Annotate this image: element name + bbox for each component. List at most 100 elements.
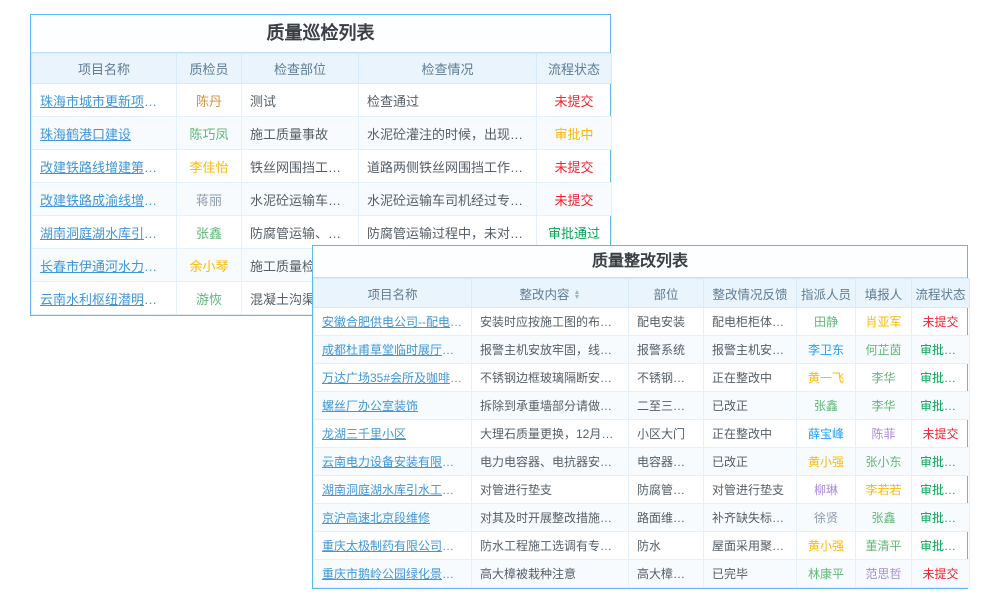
cell-text: 陈菲 [864,425,903,442]
table-row: 改建铁路线增建第二线...李佳怡铁丝网围挡工作检查道路两侧铁丝网围挡工作按设计.… [32,150,612,183]
cell-status: 审批中 [537,117,612,150]
table-row: 安徽合肥供电公司--配电设备...安装时应按施工图的布置，将...配电安装配电柜… [314,308,970,336]
cell-feedback: 正在整改中 [704,364,797,392]
cell-status: 审批通过 [912,392,970,420]
cell-text: 对管进行垫支 [480,481,620,498]
cell-text: 未提交 [920,425,961,442]
cell-project: 湖南洞庭湖水库引水工... [32,216,177,249]
cell-text: 肖亚军 [864,313,903,330]
cell-project: 珠海市城市更新项目紫... [32,84,177,117]
cell-text: 黄一飞 [805,369,847,386]
cell-text: 黄小强 [805,537,847,554]
cell-part: 二至三楼混... [629,392,704,420]
cell-project: 云南电力设备安装有限公司20... [314,448,472,476]
rectification-table-header-row: 项目名称整改内容▲▼部位整改情况反馈指派人员填报人流程状态 [314,279,970,308]
cell-text: 配电安装 [637,313,695,330]
cell-text: 水泥砼灌注的时候，出现离析现象 [367,124,528,143]
cell-part: 小区大门 [629,420,704,448]
column-header-label: 流程状态 [548,62,600,77]
project-name-link[interactable]: 湖南洞庭湖水库引水工程施工... [322,481,463,498]
cell-status: 审批通过 [537,216,612,249]
project-name-link[interactable]: 珠海鹤港口建设 [40,124,168,143]
cell-text: 补齐缺失标志... [712,509,788,526]
cell-text: 未提交 [920,313,961,330]
cell-text: 李华 [864,369,903,386]
cell-text: 林康平 [805,565,847,582]
cell-reporter: 李华 [856,392,912,420]
cell-reporter: 范思哲 [856,560,912,588]
cell-status: 未提交 [912,308,970,336]
project-name-link[interactable]: 云南电力设备安装有限公司20... [322,453,463,470]
cell-situation: 检查通过 [359,84,537,117]
cell-part: 配电安装 [629,308,704,336]
cell-text: 拆除到承重墙部分请做好加固... [480,397,620,414]
cell-inspector: 李佳怡 [177,150,242,183]
cell-text: 审批通过 [920,397,961,414]
cell-text: 屋面采用聚氨... [712,537,788,554]
cell-project: 重庆市鹅岭公园绿化景观提升... [314,560,472,588]
project-name-link[interactable]: 湖南洞庭湖水库引水工... [40,223,168,242]
cell-content: 不锈钢边框玻璃隔断安装不牢... [472,364,629,392]
project-name-link[interactable]: 万达广场35#会所及咖啡厅空... [322,369,463,386]
column-header-label: 质检员 [189,62,228,77]
project-name-link[interactable]: 云南水利枢纽潜明水库... [40,289,168,308]
cell-text: 董清平 [864,537,903,554]
rectification-list-title: 质量整改列表 [313,246,967,278]
cell-content: 高大樟被栽种注意 [472,560,629,588]
project-name-link[interactable]: 京沪高速北京段维修 [322,509,463,526]
cell-text: 对管进行垫支 [712,481,788,498]
cell-feedback: 已改正 [704,392,797,420]
cell-text: 高大樟被栽种注意 [480,565,620,582]
cell-content: 拆除到承重墙部分请做好加固... [472,392,629,420]
cell-text: 水泥砼运输车司机经过专门培训... [367,190,528,209]
cell-part: 防腐管运输、布管 [242,216,359,249]
cell-text: 未提交 [545,157,603,176]
cell-text: 报警主机安放... [712,341,788,358]
cell-text: 电力电容器、电抗器安装方案,... [480,453,620,470]
sort-icon[interactable]: ▲▼ [574,290,581,300]
cell-text: 二至三楼混... [637,397,695,414]
cell-part: 防水 [629,532,704,560]
project-name-link[interactable]: 螺丝厂办公室装饰 [322,397,463,414]
cell-assignee: 徐贤 [797,504,856,532]
cell-text: 张鑫 [864,509,903,526]
column-header-part: 部位 [629,279,704,308]
column-header-label: 流程状态 [915,288,965,302]
cell-text: 不锈钢安装... [637,369,695,386]
column-header-label: 检查部位 [274,62,326,77]
cell-text: 安装时应按施工图的布置，将... [480,313,620,330]
cell-status: 未提交 [912,420,970,448]
cell-text: 陈巧凤 [185,124,233,143]
table-row: 云南电力设备安装有限公司20...电力电容器、电抗器安装方案,...电容器安装.… [314,448,970,476]
project-name-link[interactable]: 重庆太极制药有限公司亳州中... [322,537,463,554]
cell-text: 未提交 [545,190,603,209]
project-name-link[interactable]: 龙湖三千里小区 [322,425,463,442]
column-header-label: 检查情况 [421,62,473,77]
cell-part: 报警系统 [629,336,704,364]
project-name-link[interactable]: 成都杜甫草堂临时展厅独立展... [322,341,463,358]
cell-feedback: 已改正 [704,448,797,476]
table-row: 螺丝厂办公室装饰拆除到承重墙部分请做好加固...二至三楼混...已改正张鑫李华审… [314,392,970,420]
column-header-status: 流程状态 [912,279,970,308]
table-row: 重庆太极制药有限公司亳州中... 防水工程施工选调有专业资质...防水屋面采用聚氨… [314,532,970,560]
table-row: 珠海市城市更新项目紫...陈丹测试检查通过未提交 [32,84,612,117]
cell-content: 防水工程施工选调有专业资质... [472,532,629,560]
cell-inspector: 张鑫 [177,216,242,249]
project-name-link[interactable]: 重庆市鹅岭公园绿化景观提升... [322,565,463,582]
project-name-link[interactable]: 改建铁路线增建第二线... [40,157,168,176]
cell-text: 正在整改中 [712,369,788,386]
column-header-content[interactable]: 整改内容▲▼ [472,279,629,308]
table-row: 龙湖三千里小区大理石质量更换，12月31日之...小区大门正在整改中薛宝峰陈菲未… [314,420,970,448]
project-name-link[interactable]: 珠海市城市更新项目紫... [40,91,168,110]
project-name-link[interactable]: 长春市伊通河水力发电... [40,256,168,275]
cell-text: 何芷茵 [864,341,903,358]
project-name-link[interactable]: 改建铁路成渝线增建第... [40,190,168,209]
cell-project: 万达广场35#会所及咖啡厅空... [314,364,472,392]
project-name-link[interactable]: 安徽合肥供电公司--配电设备... [322,313,463,330]
column-header-inspector: 质检员 [177,54,242,84]
table-row: 成都杜甫草堂临时展厅独立展...报警主机安放牢固，线缆连接...报警系统报警主机… [314,336,970,364]
cell-reporter: 董清平 [856,532,912,560]
cell-text: 防腐管运输过程中，未对管进行... [367,223,528,242]
cell-assignee: 黄小强 [797,448,856,476]
column-header-assignee: 指派人员 [797,279,856,308]
